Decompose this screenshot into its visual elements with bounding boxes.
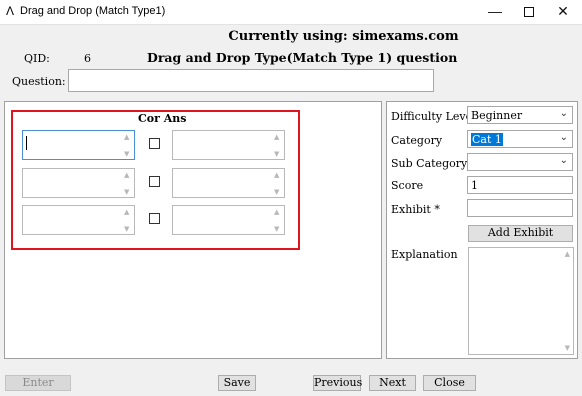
minimize-icon[interactable]: —	[478, 0, 512, 24]
scroll-up-icon[interactable]: ▲	[124, 208, 129, 216]
match-right-field-3[interactable]	[172, 205, 285, 235]
category-label: Category	[391, 134, 443, 147]
chevron-down-icon: ⌄	[559, 108, 568, 119]
match-left-field-3[interactable]	[22, 205, 135, 235]
subcategory-label: Sub Category:	[391, 157, 471, 170]
scroll-up-icon[interactable]: ▲	[274, 208, 279, 216]
text-caret	[26, 136, 27, 150]
scroll-up-icon[interactable]: ▲	[274, 133, 279, 141]
scroll-up-icon[interactable]: ▲	[124, 133, 129, 141]
difficulty-select[interactable]: Beginner ⌄	[467, 106, 573, 124]
exhibit-input[interactable]	[467, 199, 573, 217]
save-button[interactable]: Save	[218, 375, 256, 391]
match-left-field-1[interactable]	[22, 130, 135, 160]
window-title: Drag and Drop (Match Type1)	[20, 5, 166, 17]
scroll-down-icon[interactable]: ▼	[274, 188, 279, 196]
page-title: Drag and Drop Type(Match Type 1) questio…	[147, 50, 458, 65]
scroll-down-icon[interactable]: ▼	[124, 150, 129, 158]
app-icon: Λ	[6, 4, 15, 18]
match-left-field-2[interactable]	[22, 168, 135, 198]
score-input[interactable]: 1	[467, 176, 573, 194]
add-exhibit-button[interactable]: Add Exhibit	[468, 225, 573, 242]
question-label: Question:	[12, 75, 66, 88]
correct-checkbox-2[interactable]	[149, 176, 160, 187]
close-button[interactable]: Close	[423, 375, 476, 391]
difficulty-label: Difficulty Level	[391, 110, 476, 123]
category-select[interactable]: Cat 1 ⌄	[467, 130, 573, 148]
maximize-icon[interactable]	[512, 0, 546, 24]
scroll-up-icon[interactable]: ▲	[565, 250, 570, 258]
correct-checkbox-3[interactable]	[149, 213, 160, 224]
explanation-label: Explanation	[391, 248, 458, 261]
score-label: Score	[391, 179, 424, 192]
qid-label: QID:	[24, 52, 50, 65]
previous-button[interactable]: Previous	[313, 375, 362, 391]
difficulty-value: Beginner	[471, 109, 523, 122]
window-titlebar: Λ Drag and Drop (Match Type1) — ✕	[0, 0, 582, 25]
currently-using-label: Currently using: simexams.com	[228, 29, 459, 44]
scroll-down-icon[interactable]: ▼	[274, 150, 279, 158]
scroll-down-icon[interactable]: ▼	[124, 225, 129, 233]
match-right-field-1[interactable]	[172, 130, 285, 160]
qid-value: 6	[84, 52, 91, 65]
exhibit-label: Exhibit *	[391, 203, 440, 216]
category-value: Cat 1	[471, 133, 503, 146]
enter-button[interactable]: Enter	[5, 375, 71, 391]
subcategory-select[interactable]: ⌄	[467, 153, 573, 171]
scroll-down-icon[interactable]: ▼	[124, 188, 129, 196]
correct-answer-heading: Cor Ans	[138, 112, 187, 125]
scroll-down-icon[interactable]: ▼	[565, 344, 570, 352]
scroll-down-icon[interactable]: ▼	[274, 225, 279, 233]
chevron-down-icon: ⌄	[559, 132, 568, 143]
close-icon[interactable]: ✕	[546, 0, 580, 24]
scroll-up-icon[interactable]: ▲	[124, 171, 129, 179]
next-button[interactable]: Next	[369, 375, 416, 391]
question-input[interactable]	[68, 69, 434, 92]
chevron-down-icon: ⌄	[559, 155, 568, 166]
match-right-field-2[interactable]	[172, 168, 285, 198]
correct-checkbox-1[interactable]	[149, 138, 160, 149]
scroll-up-icon[interactable]: ▲	[274, 171, 279, 179]
explanation-textarea[interactable]: ▲ ▼	[468, 247, 574, 355]
score-value: 1	[471, 179, 478, 192]
